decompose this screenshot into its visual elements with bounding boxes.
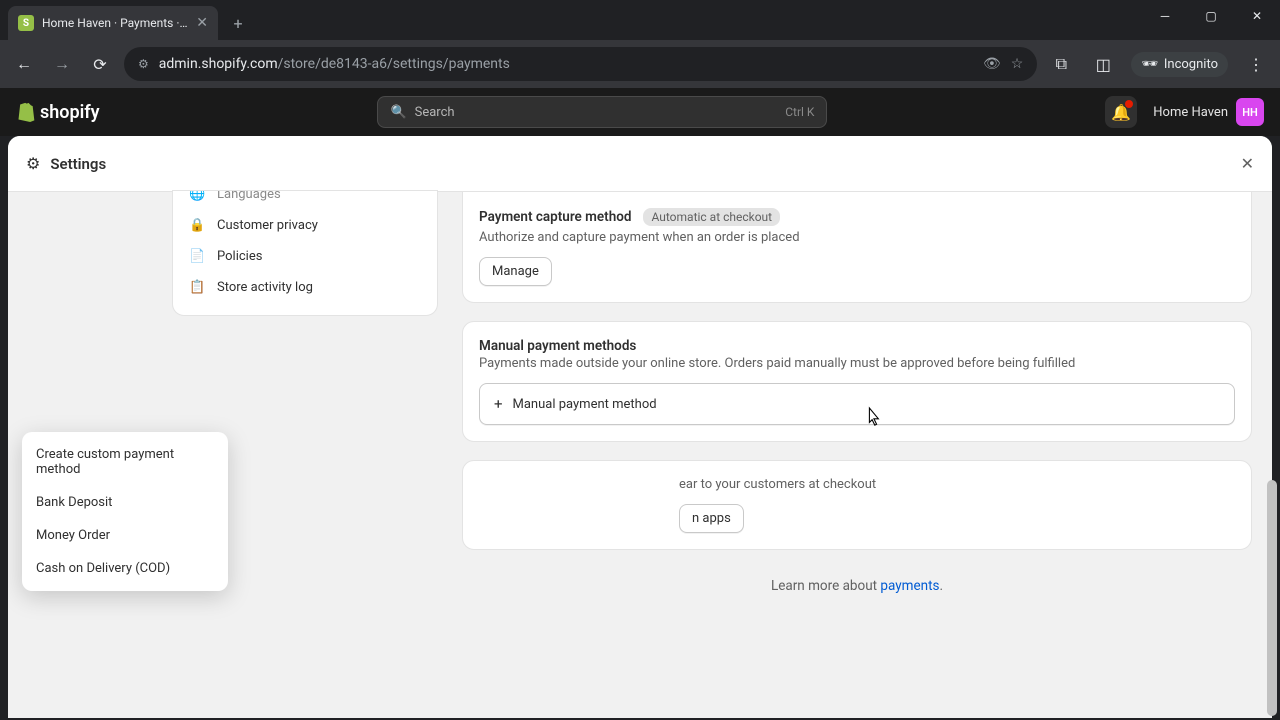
dropdown-option-custom[interactable]: Create custom payment method: [22, 438, 228, 486]
notification-badge: [1125, 100, 1133, 108]
close-window-icon[interactable]: ✕: [1234, 0, 1280, 32]
sidebar-item-label: Store activity log: [217, 280, 313, 295]
shopify-logo[interactable]: shopify: [16, 101, 100, 123]
manual-title: Manual payment methods: [479, 338, 1235, 354]
extensions-icon[interactable]: ⧉: [1047, 50, 1075, 78]
close-tab-icon[interactable]: ✕: [196, 15, 208, 31]
url-text: admin.shopify.com/store/de8143-a6/settin…: [159, 56, 973, 72]
manage-button[interactable]: Manage: [479, 257, 552, 286]
scrollbar[interactable]: [1265, 194, 1279, 718]
clipboard-icon: 📋: [189, 280, 205, 295]
sidebar-item-privacy[interactable]: 🔒 Customer privacy: [173, 210, 437, 241]
store-menu[interactable]: Home Haven HH: [1153, 98, 1264, 126]
capture-badge: Automatic at checkout: [643, 208, 780, 226]
new-tab-button[interactable]: +: [224, 9, 252, 37]
scrollbar-thumb[interactable]: [1267, 480, 1277, 716]
plus-icon: +: [494, 395, 503, 413]
document-icon: 📄: [189, 249, 205, 264]
dropdown-option-bank[interactable]: Bank Deposit: [22, 486, 228, 519]
browser-tab[interactable]: S Home Haven · Payments · Shop ✕: [8, 6, 218, 40]
globe-icon: 🌐: [189, 190, 205, 202]
capture-desc: Authorize and capture payment when an or…: [479, 230, 1235, 245]
sidebar-item-languages[interactable]: 🌐 Languages: [173, 190, 437, 210]
manual-methods-card: Manual payment methods Payments made out…: [462, 321, 1252, 442]
notifications-button[interactable]: 🔔: [1105, 96, 1137, 128]
sidebar-item-policies[interactable]: 📄 Policies: [173, 241, 437, 272]
close-settings-icon[interactable]: ✕: [1241, 154, 1254, 173]
shopify-favicon: S: [18, 15, 34, 31]
settings-title: Settings: [50, 155, 106, 173]
customize-desc: ear to your customers at checkout: [679, 477, 1235, 492]
back-icon[interactable]: ←: [10, 50, 38, 78]
address-bar[interactable]: ⚙ admin.shopify.com/store/de8143-a6/sett…: [124, 47, 1037, 81]
eye-off-icon[interactable]: 👁: [983, 56, 1001, 72]
sidebar-item-activity[interactable]: 📋 Store activity log: [173, 272, 437, 303]
menu-icon[interactable]: ⋮: [1242, 50, 1270, 78]
sidebar-item-label: Policies: [217, 249, 262, 264]
maximize-icon[interactable]: ▢: [1188, 0, 1234, 32]
incognito-icon: 🕶: [1141, 57, 1158, 72]
store-avatar: HH: [1236, 98, 1264, 126]
gear-icon: ⚙: [26, 154, 40, 173]
site-info-icon[interactable]: ⚙: [138, 57, 149, 71]
side-panel-icon[interactable]: ◫: [1089, 50, 1117, 78]
dropdown-option-cod[interactable]: Cash on Delivery (COD): [22, 552, 228, 585]
customize-apps-button[interactable]: n apps: [679, 504, 744, 533]
capture-method-card: Payment capture method Automatic at chec…: [462, 192, 1252, 303]
search-input[interactable]: 🔍 Search Ctrl K: [377, 96, 827, 128]
payments-link[interactable]: payments: [880, 578, 939, 594]
search-shortcut: Ctrl K: [785, 105, 814, 119]
search-icon: 🔍: [390, 105, 406, 120]
sidebar-item-label: Customer privacy: [217, 218, 318, 233]
manual-desc: Payments made outside your online store.…: [479, 356, 1235, 371]
customize-card: ear to your customers at checkout n apps: [462, 460, 1252, 550]
minimize-icon[interactable]: ─: [1142, 0, 1188, 32]
learn-more: Learn more about payments.: [462, 578, 1252, 594]
lock-icon: 🔒: [189, 218, 205, 233]
reload-icon[interactable]: ⟳: [86, 50, 114, 78]
add-manual-method-button[interactable]: + Manual payment method: [479, 383, 1235, 425]
store-name: Home Haven: [1153, 105, 1228, 120]
dropdown-option-money-order[interactable]: Money Order: [22, 519, 228, 552]
manual-method-dropdown: Create custom payment method Bank Deposi…: [22, 432, 228, 591]
sidebar-item-label: Languages: [217, 190, 281, 202]
incognito-chip[interactable]: 🕶 Incognito: [1131, 52, 1228, 77]
tab-title: Home Haven · Payments · Shop: [42, 16, 188, 30]
forward-icon[interactable]: →: [48, 50, 76, 78]
capture-title: Payment capture method: [479, 209, 631, 225]
bookmark-icon[interactable]: ☆: [1011, 56, 1024, 72]
